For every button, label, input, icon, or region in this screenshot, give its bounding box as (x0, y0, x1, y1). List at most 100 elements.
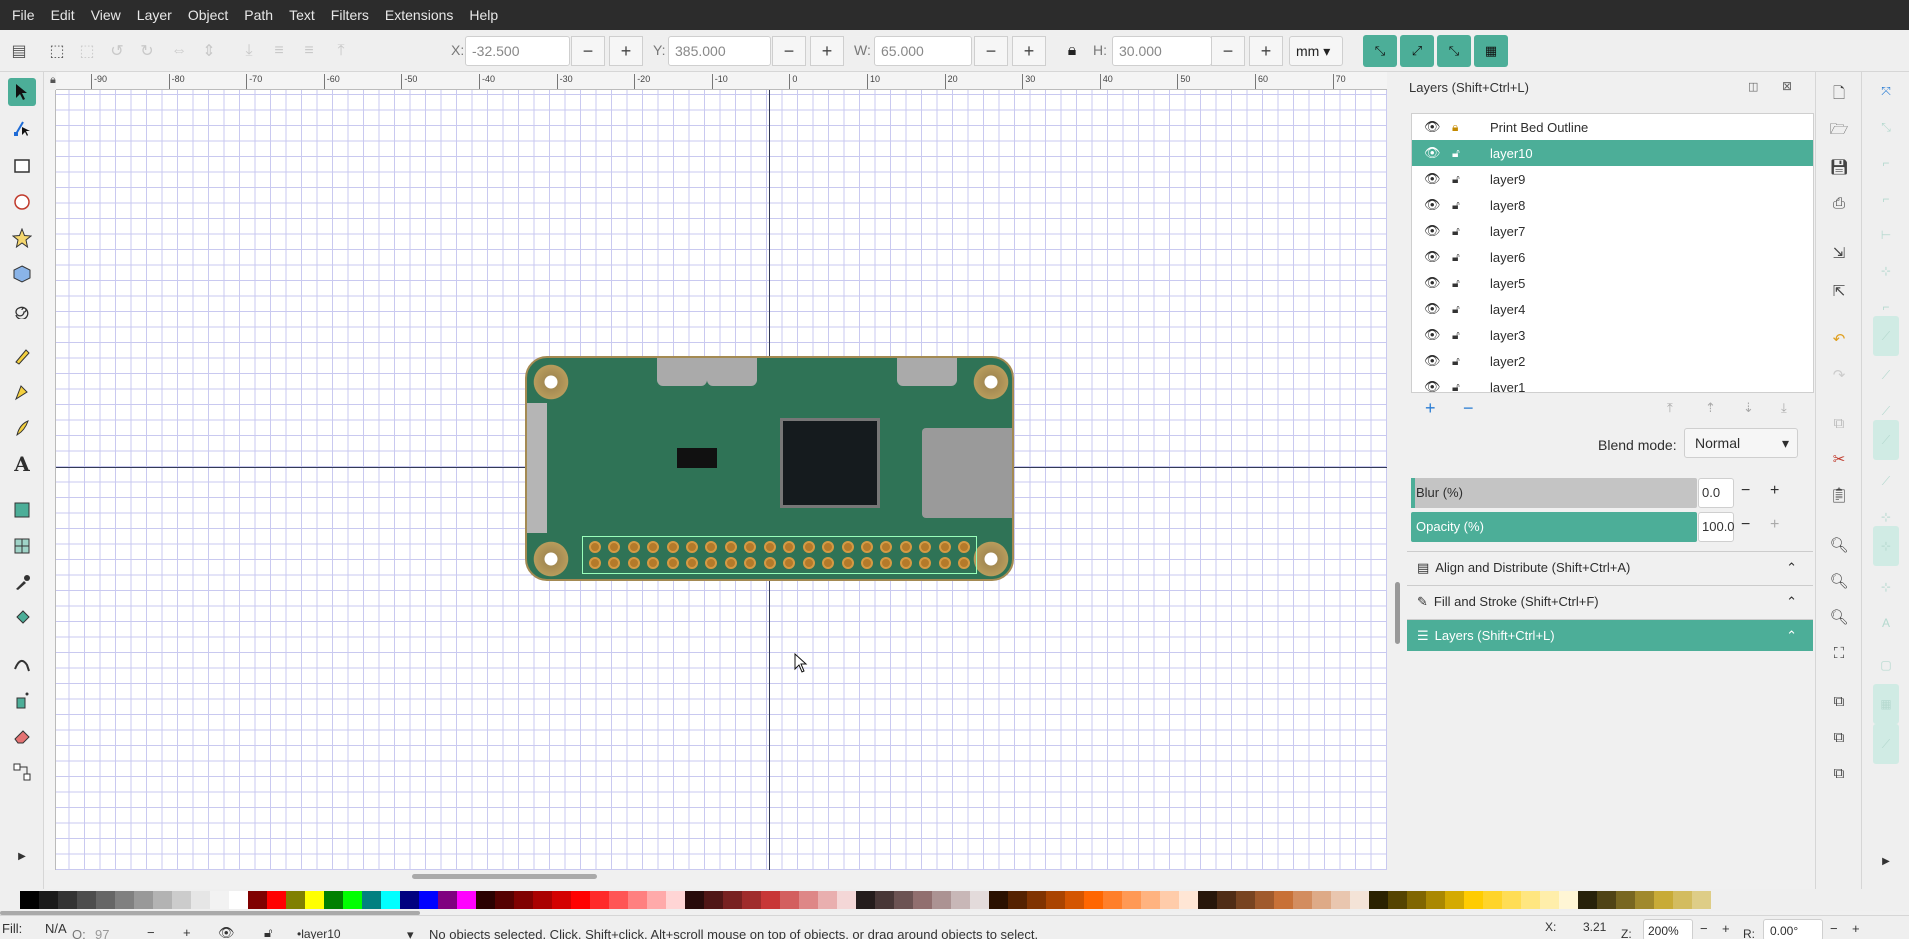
layer-name[interactable]: layer2 (1490, 354, 1525, 369)
snap-smooth-nodes-icon[interactable]: ⟋ (1873, 420, 1899, 460)
deselect-icon[interactable]: ⬚ (74, 38, 100, 64)
color-swatch[interactable] (77, 891, 96, 909)
x-input[interactable]: -32.500 (465, 36, 570, 66)
snap-toggle-icon[interactable]: ⤧ (1873, 78, 1899, 104)
color-swatch[interactable] (1046, 891, 1065, 909)
zoom-drawing-icon[interactable]: 🔍︎ (1826, 568, 1852, 594)
zoom-selection-icon[interactable]: 🔍︎ (1826, 532, 1852, 558)
color-swatch[interactable] (1065, 891, 1084, 909)
layer-row[interactable]: 👁︎ 🔓︎ layer9 (1412, 166, 1813, 192)
color-swatch[interactable] (58, 891, 77, 909)
color-swatch[interactable] (495, 891, 514, 909)
layer-name[interactable]: layer4 (1490, 302, 1525, 317)
move-patterns-icon[interactable]: ▦ (1474, 35, 1508, 67)
color-swatch[interactable] (400, 891, 419, 909)
color-swatch[interactable] (267, 891, 286, 909)
ellipse-tool-icon[interactable] (8, 188, 36, 216)
undo-icon[interactable]: ↶ (1826, 326, 1852, 352)
color-swatch[interactable] (685, 891, 704, 909)
color-swatch[interactable] (514, 891, 533, 909)
menu-text[interactable]: Text (281, 0, 323, 30)
remove-layer-button[interactable]: − (1463, 398, 1474, 419)
eye-icon[interactable]: 👁︎ (1424, 275, 1441, 291)
snap-text-baseline-icon[interactable]: ⊹ (1873, 574, 1899, 600)
color-swatch[interactable] (476, 891, 495, 909)
redo-icon[interactable]: ↷ (1826, 362, 1852, 388)
color-swatch[interactable] (723, 891, 742, 909)
zoom-page-icon[interactable]: 🔍︎ (1826, 604, 1852, 630)
color-swatch[interactable] (1084, 891, 1103, 909)
raise-to-top-icon[interactable]: ⤒ (328, 38, 354, 64)
layer-name[interactable]: layer5 (1490, 276, 1525, 291)
current-layer-select[interactable]: •layer10 (297, 927, 341, 939)
layer-row[interactable]: 👁︎ 🔓︎ layer5 (1412, 270, 1813, 296)
rotate-ccw-icon[interactable]: ↺ (104, 38, 130, 64)
3d-box-tool-icon[interactable] (8, 260, 36, 288)
color-swatch[interactable] (1369, 891, 1388, 909)
color-swatch[interactable] (1692, 891, 1711, 909)
snap-page-border-icon[interactable]: ▢ (1873, 652, 1899, 678)
color-swatch[interactable] (1350, 891, 1369, 909)
move-gradients-icon[interactable]: ⤡ (1437, 35, 1471, 67)
color-swatch[interactable] (1578, 891, 1597, 909)
rotation-increment-button[interactable]: + (1852, 921, 1860, 936)
menu-object[interactable]: Object (180, 0, 236, 30)
color-swatch[interactable] (970, 891, 989, 909)
color-swatch[interactable] (932, 891, 951, 909)
y-input[interactable]: 385.000 (668, 36, 771, 66)
color-swatch[interactable] (875, 891, 894, 909)
color-swatch[interactable] (552, 891, 571, 909)
color-swatch[interactable] (1103, 891, 1122, 909)
copy-icon[interactable]: ⧉ (1826, 410, 1852, 436)
zoom-in-button[interactable]: + (1722, 921, 1730, 936)
color-swatch[interactable] (172, 891, 191, 909)
drawing-canvas[interactable] (56, 90, 1387, 870)
x-decrement-button[interactable]: − (571, 36, 605, 66)
spray-tool-icon[interactable] (8, 686, 36, 714)
opacity-value[interactable]: 97 (95, 927, 109, 939)
layer-lock-icon[interactable]: 🔓︎ (264, 925, 272, 939)
unlock-icon[interactable]: 🔓︎ (1452, 354, 1460, 369)
opacity-decrement-button[interactable]: − (147, 925, 155, 939)
layer-row[interactable]: 👁︎ 🔓︎ layer3 (1412, 322, 1813, 348)
eye-icon[interactable]: 👁︎ (1424, 301, 1441, 317)
color-swatch[interactable] (1426, 891, 1445, 909)
color-swatch[interactable] (153, 891, 172, 909)
paste-icon[interactable]: 📋︎ (1826, 482, 1852, 508)
color-swatch[interactable] (761, 891, 780, 909)
tweak-tool-icon[interactable] (8, 650, 36, 678)
lower-icon[interactable]: ≡ (266, 38, 292, 64)
color-swatch[interactable] (229, 891, 248, 909)
height-input[interactable]: 30.000 (1112, 36, 1212, 66)
color-swatch[interactable] (115, 891, 134, 909)
layer-name[interactable]: layer3 (1490, 328, 1525, 343)
select-all-layers-icon[interactable]: ⬚ (44, 38, 70, 64)
layer-down-icon[interactable]: ⇣ (1743, 400, 1754, 416)
color-swatch[interactable] (1198, 891, 1217, 909)
color-swatch[interactable] (704, 891, 723, 909)
eye-icon[interactable]: 👁︎ (1424, 145, 1441, 161)
calligraphy-tool-icon[interactable] (8, 414, 36, 442)
color-swatch[interactable] (1217, 891, 1236, 909)
height-decrement-button[interactable]: − (1211, 36, 1245, 66)
blur-increment-button[interactable]: + (1770, 482, 1779, 500)
color-swatch[interactable] (1597, 891, 1616, 909)
color-swatch[interactable] (96, 891, 115, 909)
layer-name[interactable]: layer7 (1490, 224, 1525, 239)
panel-iconify-icon[interactable]: ◫ (1748, 80, 1758, 93)
menu-layer[interactable]: Layer (129, 0, 180, 30)
snap-bbox-corner-icon[interactable]: ⌐ (1873, 186, 1899, 212)
color-swatch[interactable] (1122, 891, 1141, 909)
eye-icon[interactable]: 👁︎ (1424, 119, 1441, 135)
color-swatch[interactable] (913, 891, 932, 909)
color-swatch[interactable] (989, 891, 1008, 909)
flip-horizontal-icon[interactable]: ⇔ (166, 38, 192, 64)
width-input[interactable]: 65.000 (874, 36, 972, 66)
text-tool-icon[interactable]: A (8, 450, 36, 478)
color-swatch[interactable] (286, 891, 305, 909)
unlock-icon[interactable]: 🔓︎ (1452, 146, 1460, 161)
cut-icon[interactable]: ✂ (1826, 446, 1852, 472)
eraser-tool-icon[interactable] (8, 722, 36, 750)
layer-name[interactable]: layer10 (1490, 146, 1533, 161)
layer-name[interactable]: Print Bed Outline (1490, 120, 1588, 135)
